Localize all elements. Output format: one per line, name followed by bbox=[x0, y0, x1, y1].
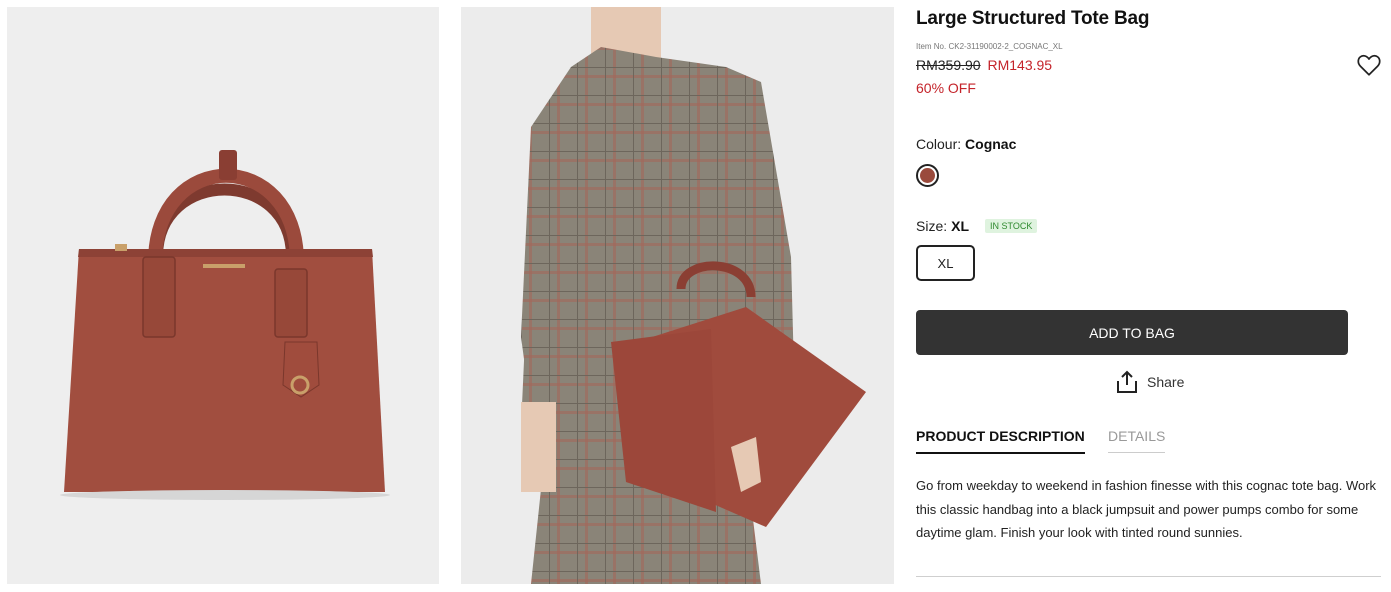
add-to-bag-button[interactable]: ADD TO BAG bbox=[916, 310, 1348, 355]
size-label: Size: bbox=[916, 218, 948, 234]
colour-value: Cognac bbox=[965, 136, 1017, 152]
product-title: Large Structured Tote Bag bbox=[916, 8, 1150, 29]
discount-label: 60% OFF bbox=[916, 80, 976, 96]
colour-label: Colour: Cognac bbox=[916, 136, 1016, 152]
product-image-model[interactable] bbox=[461, 7, 894, 584]
swatch-fill bbox=[920, 168, 935, 183]
share-icon bbox=[1117, 370, 1137, 393]
product-image-main[interactable] bbox=[7, 7, 439, 584]
stock-badge: IN STOCK bbox=[985, 219, 1038, 233]
colour-swatch-cognac[interactable] bbox=[916, 164, 939, 187]
sale-price: RM143.95 bbox=[987, 57, 1053, 73]
product-tabs: PRODUCT DESCRIPTION DETAILS bbox=[916, 428, 1382, 458]
tab-product-description[interactable]: PRODUCT DESCRIPTION bbox=[916, 428, 1085, 454]
heart-icon bbox=[1357, 54, 1381, 76]
tote-bag-illustration bbox=[7, 7, 439, 584]
size-value: XL bbox=[951, 218, 970, 234]
size-option-xl[interactable]: XL bbox=[916, 245, 975, 281]
original-price: RM359.90 bbox=[916, 57, 981, 73]
tab-details[interactable]: DETAILS bbox=[1108, 428, 1166, 453]
product-info-panel: Large Structured Tote Bag Item No. CK2-3… bbox=[916, 0, 1382, 592]
colour-label-text: Colour: bbox=[916, 136, 962, 152]
share-label: Share bbox=[1147, 374, 1185, 390]
item-number: Item No. CK2-31190002-2_COGNAC_XL bbox=[916, 42, 1063, 51]
wishlist-button[interactable] bbox=[1356, 52, 1382, 78]
size-row: Size: XL IN STOCK bbox=[916, 218, 1038, 234]
product-description-text: Go from weekday to weekend in fashion fi… bbox=[916, 478, 1377, 540]
price-row: RM359.90 RM143.95 bbox=[916, 57, 1052, 73]
divider bbox=[916, 576, 1381, 577]
share-button[interactable]: Share bbox=[1116, 370, 1184, 394]
model-photo-illustration bbox=[461, 7, 894, 584]
